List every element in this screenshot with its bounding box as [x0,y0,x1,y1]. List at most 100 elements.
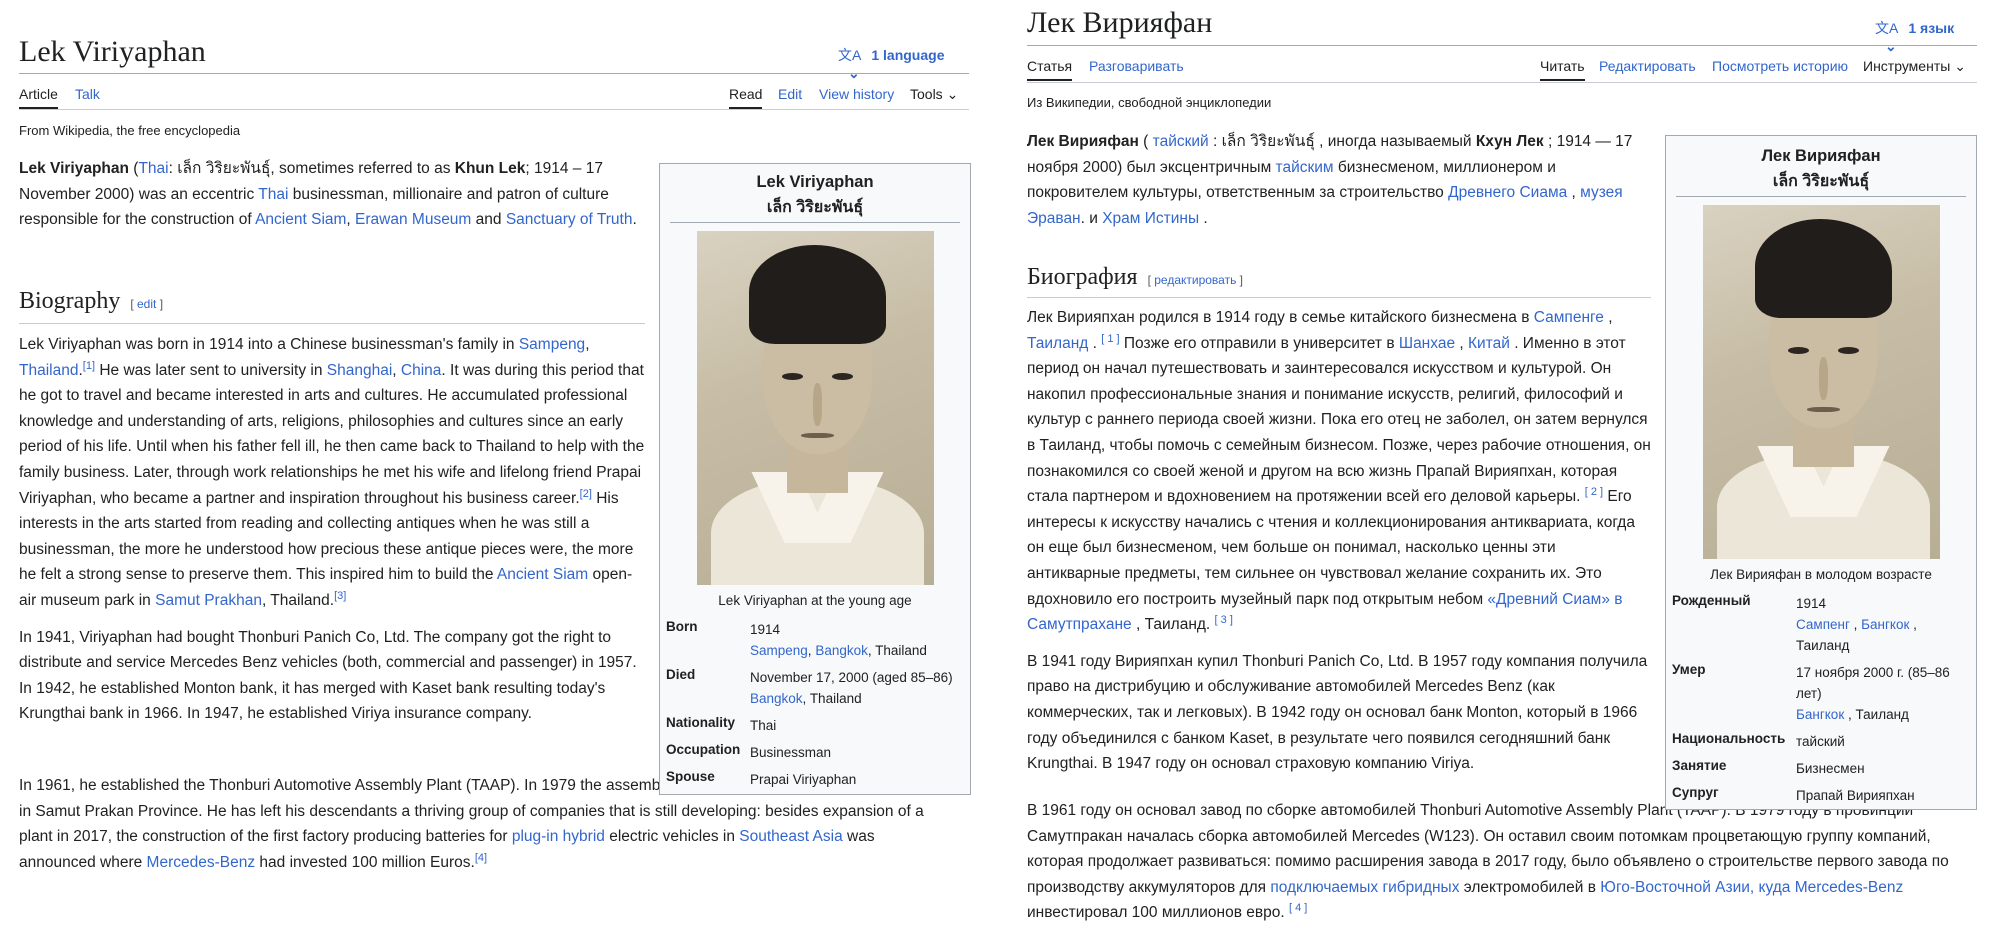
citation[interactable]: [ 3 ] [1215,614,1233,626]
infobox-row: Nationality Thai [666,715,777,733]
language-button[interactable]: 文A 1 language ⌄ [838,45,969,82]
link[interactable]: тайский [1153,133,1209,150]
link[interactable]: Sanctuary of Truth [506,211,633,228]
tools-menu[interactable]: Инструменты ⌄ [1863,58,1966,75]
infobox-row: Супруг Прапай Вирияпхан [1672,785,1915,803]
link[interactable]: China [401,362,442,379]
link[interactable]: plug-in hybrid [512,828,605,845]
infobox-row: Национальность тайский [1672,731,1845,749]
title-divider [19,73,969,74]
biography-section: Lek Viriyaphan was born in 1914 into a C… [19,332,649,738]
link[interactable]: Сампенг [1796,617,1850,632]
edit-section-link[interactable]: редактировать [1154,273,1236,287]
link[interactable]: Erawan Museum [355,211,471,228]
link[interactable]: Thailand [19,362,78,379]
lead-paragraph: Lek Viriyaphan (Thai: เล็ก วิริยะพันธุ์,… [19,160,637,229]
link[interactable]: Thai [258,186,288,203]
link[interactable]: Bangkok [815,643,868,658]
tabs-divider [19,109,969,110]
paragraph: В 1961 году он основал завод по сборке а… [1027,802,1949,922]
link[interactable]: Southeast Asia [739,828,842,845]
link[interactable]: Юго-Восточной Азии, куда Mercedes-Benz [1600,879,1903,896]
link[interactable]: Китай [1468,335,1510,352]
tab-talk[interactable]: Разговаривать [1089,58,1184,74]
infobox-row: Died November 17, 2000 (aged 85–86) Bangko… [666,667,953,706]
infobox-table: Born 1914 Sampeng, Bangkok, Thailand Died N… [666,616,964,793]
chevron-down-icon: ⌄ [1954,58,1966,74]
portrait-photo[interactable] [696,231,934,585]
photo-caption: Лек Вирияфан в молодом возрасте [1710,567,1932,582]
link[interactable]: Ancient Siam [497,566,588,583]
lead-section: Lek Viriyaphan (Thai: เล็ก วิริยะพันธุ์,… [19,156,649,244]
tools-menu[interactable]: Tools ⌄ [910,86,958,103]
link[interactable]: Thai [138,160,168,177]
tab-article[interactable]: Article [19,86,58,109]
tabs-divider [1027,82,1977,83]
infobox-row: Рожденный 1914 Сампенг , Бангкок , Таиланд [1672,593,1917,653]
link[interactable]: Бангкок [1861,617,1909,632]
infobox-native-name: เล็ก วิริยะพันธุ์ [766,199,864,216]
page-title: Lek Viriyaphan [19,35,206,68]
tab-edit[interactable]: Редактировать [1599,58,1696,74]
translate-icon: 文A [838,47,862,63]
page-title: Лек Вирияфан [1027,6,1213,39]
infobox: Lek Viriyaphan เล็ก วิริยะพันธุ์ Lek Vir… [659,163,971,795]
tab-read[interactable]: Читать [1540,58,1585,81]
citation[interactable]: [4] [475,852,487,864]
infobox-title: Lek Viriyaphan [756,173,874,191]
link[interactable]: Храм Истины [1102,210,1199,227]
citation[interactable]: [3] [334,590,346,602]
section-heading-biography: Биография[ редактировать ] [1027,264,1243,290]
infobox-row: Born 1914 Sampeng, Bangkok, Thailand [666,619,927,658]
infobox-table: Рожденный 1914 Сампенг , Бангкок , Таиланд … [1672,590,1970,809]
section-heading-biography: Biography[ edit ] [19,288,164,314]
link[interactable]: тайским [1276,159,1334,176]
citation[interactable]: [ 2 ] [1585,486,1603,498]
link[interactable]: Shanghai [327,362,393,379]
tab-edit[interactable]: Edit [778,86,802,102]
paragraph: Lek Viriyaphan was born in 1914 into a C… [19,336,645,609]
tab-talk[interactable]: Talk [75,86,100,102]
section-edit: [ edit ] [130,297,164,311]
infobox-row: Умер 17 ноября 2000 г. (85–86 лет) Бангкок… [1672,662,1950,722]
link[interactable]: Древнего Сиама [1448,184,1567,201]
photo-caption: Lek Viriyaphan at the young age [718,593,912,608]
language-button[interactable]: 文A 1 язык ⌄ [1875,18,1977,55]
link[interactable]: Sampeng [750,643,808,658]
link[interactable]: Ancient Siam [255,211,346,228]
tab-view-history[interactable]: Посмотреть историю [1712,58,1848,74]
infobox-divider [1676,196,1966,197]
infobox-row: Spouse Prapai Viriyaphan [666,769,857,787]
heading-divider [1027,297,1651,298]
citation[interactable]: [ 1 ] [1101,332,1119,344]
link[interactable]: Bangkok [750,691,803,706]
link[interactable]: Шанхае [1399,335,1455,352]
tab-article[interactable]: Статья [1027,58,1073,81]
infobox-row: Occupation Businessman [666,742,832,760]
paragraph: Лек Вирияпхан родился в 1914 году в семь… [1027,309,1651,634]
tab-view-history[interactable]: View history [819,86,894,102]
citation[interactable]: [1] [83,359,95,371]
link[interactable]: Сампенге [1534,309,1604,326]
paragraph: In 1941, Viriyaphan had bought Thonburi … [19,628,637,723]
tab-read[interactable]: Read [729,86,763,109]
infobox-divider [670,222,960,223]
link[interactable]: подключаемых гибридных [1270,879,1459,896]
link[interactable]: Mercedes-Benz [147,854,256,871]
translate-icon: 文A [1875,20,1899,36]
biography-section-continued: В 1961 году он основал завод по сборке а… [1027,798,1977,937]
infobox-native-name: เล็ก วิริยะพันธุ์ [1772,173,1870,190]
paragraph: В 1941 году Вирияпхан купил Thonburi Pan… [1027,652,1648,773]
edit-section-link[interactable]: edit [137,297,156,311]
citation[interactable]: [2] [580,487,592,499]
portrait-photo[interactable] [1702,205,1940,559]
infobox-title: Лек Вирияфан [1761,147,1881,165]
citation[interactable]: [ 4 ] [1289,902,1307,914]
lead-section: Лек Вирияфан ( тайский : เล็ก วิริยะพันธ… [1027,129,1652,242]
link[interactable]: Sampeng [519,336,585,353]
link[interactable]: Samut Prakhan [155,592,262,609]
section-edit: [ редактировать ] [1147,273,1243,287]
heading-divider [19,323,645,324]
link[interactable]: Бангкок [1796,707,1844,722]
link[interactable]: Таиланд [1027,335,1088,352]
